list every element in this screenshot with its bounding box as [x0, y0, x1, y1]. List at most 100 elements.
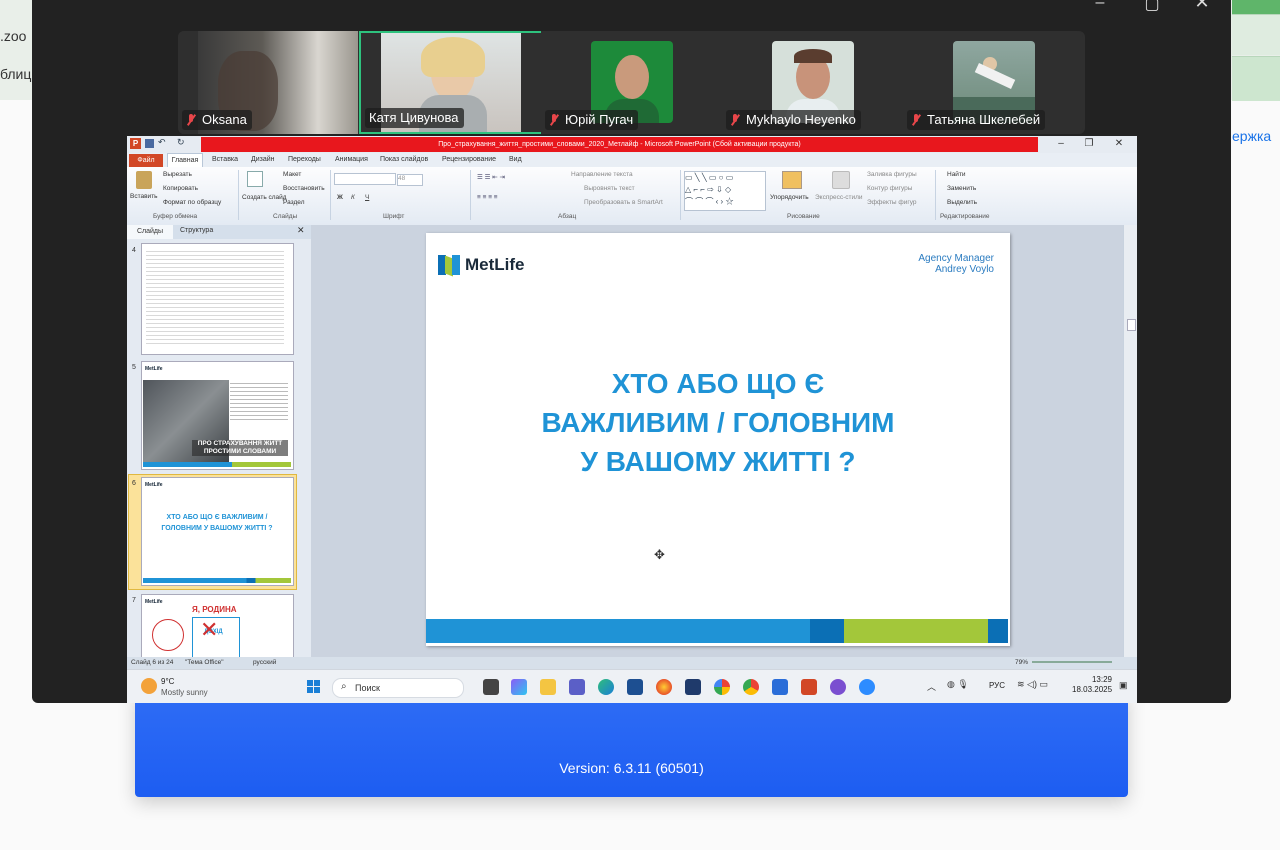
- network-volume-icons[interactable]: ≋ ◁) ▭: [1017, 679, 1048, 690]
- tab-animations[interactable]: Анимация: [335, 153, 368, 167]
- slide-thumbnail-5[interactable]: MetLife ПРО СТРАХУВАННЯ ЖИТТ ПРОСТИМИ СЛ…: [141, 361, 294, 470]
- participant-tile-active[interactable]: Катя Цивунова: [359, 31, 543, 134]
- thumb-caption: ХТО АБО ЩО Є ВАЖЛИВИМ / ГОЛОВНИМ У ВАШОМ…: [161, 514, 273, 532]
- close-icon[interactable]: ✕: [1187, 0, 1217, 13]
- slide-thumbnail-6[interactable]: MetLife ХТО АБО ЩО Є ВАЖЛИВИМ / ГОЛОВНИМ…: [141, 477, 294, 586]
- panel-tabs: Слайды Структура ✕: [127, 225, 311, 239]
- tab-slideshow[interactable]: Показ слайдов: [380, 153, 428, 167]
- weather-icon[interactable]: [141, 678, 157, 694]
- quick-styles-icon[interactable]: [832, 171, 850, 189]
- clock[interactable]: 13:29 18.03.2025: [1072, 675, 1112, 695]
- quick-styles-button[interactable]: Экспресс-стили: [815, 194, 863, 201]
- select-button[interactable]: Выделить: [947, 199, 977, 206]
- tab-view[interactable]: Вид: [509, 153, 522, 167]
- participant-tile[interactable]: Oksana: [178, 31, 358, 134]
- section-button[interactable]: Раздел: [283, 199, 304, 206]
- font-name-combo[interactable]: [334, 173, 396, 185]
- panel-close-icon[interactable]: ✕: [297, 225, 305, 236]
- format-painter-button[interactable]: Формат по образцу: [163, 199, 221, 206]
- participant-tile[interactable]: Татьяна Шкелебей: [903, 31, 1083, 134]
- metlife-logo-mini: MetLife: [145, 599, 163, 605]
- participant-tile[interactable]: Mykhaylo Heyenko: [722, 31, 902, 134]
- shape-fill-button[interactable]: Заливка фигуры: [867, 171, 917, 178]
- cut-button[interactable]: Вырезать: [163, 171, 192, 178]
- powerpoint-taskbar-icon[interactable]: [801, 679, 817, 695]
- text-direction-button[interactable]: Направление текста: [571, 171, 633, 178]
- new-slide-button[interactable]: Создать слайд: [242, 194, 287, 201]
- smartart-button[interactable]: Преобразовать в SmartArt: [584, 199, 663, 206]
- tab-insert[interactable]: Вставка: [212, 153, 238, 167]
- paste-icon[interactable]: [136, 171, 152, 189]
- align-icons[interactable]: ≡ ≡ ≡ ≡: [477, 194, 498, 201]
- footer-bar-end: [988, 619, 1008, 643]
- presentation-app-icon[interactable]: [772, 679, 788, 695]
- keyboard-language[interactable]: РУС: [989, 681, 1005, 690]
- ppt-minimize-icon[interactable]: –: [1047, 137, 1075, 151]
- participant-name: Oksana: [202, 112, 247, 127]
- firefox-icon[interactable]: [656, 679, 672, 695]
- italic-icon[interactable]: К: [351, 194, 355, 201]
- ppt-close-icon[interactable]: ✕: [1105, 137, 1133, 151]
- undo-icon[interactable]: ↶: [158, 137, 166, 148]
- save-icon[interactable]: [145, 139, 154, 148]
- taskbar-search[interactable]: ⌕ Поиск: [332, 678, 464, 698]
- replace-button[interactable]: Заменить: [947, 185, 976, 192]
- notification-icon[interactable]: ▣: [1119, 680, 1128, 691]
- slide-count: Слайд 6 из 24: [131, 659, 174, 666]
- tab-file[interactable]: Файл: [129, 154, 163, 167]
- slide-thumbnail-4[interactable]: [141, 243, 294, 355]
- underline-icon[interactable]: Ч: [365, 194, 369, 201]
- scroll-thumb[interactable]: [1127, 319, 1136, 331]
- layout-button[interactable]: Макет: [283, 171, 301, 178]
- vertical-scrollbar[interactable]: [1123, 225, 1137, 657]
- app-icon[interactable]: [685, 679, 701, 695]
- teams-icon[interactable]: [569, 679, 585, 695]
- thumb-caption: Я, РОДИНА: [192, 605, 237, 614]
- slide-thumbnail-7[interactable]: MetLife Я, РОДИНА ДОХІД ✕: [141, 594, 294, 659]
- zoom-slider[interactable]: [1032, 661, 1112, 663]
- shapes-gallery[interactable]: ▭ ╲ ╲ ▭ ○ ▭ △ ⌐ ⌐ ⇨ ⇩ ◇ ⌒ ⌒ ⌒ ‹ › ☆: [684, 171, 766, 211]
- viber-icon[interactable]: [830, 679, 846, 695]
- tray-chevron-icon[interactable]: ︿: [927, 680, 936, 693]
- maximize-icon[interactable]: ▢: [1137, 0, 1167, 14]
- bullets-icon[interactable]: ☰ ☰ ⇤ ⇥: [477, 173, 505, 181]
- slide-title-line-2: ВАЖЛИВИМ / ГОЛОВНИМ: [541, 407, 895, 438]
- tray-icons[interactable]: ◍ 🎙: [947, 679, 969, 690]
- new-slide-icon[interactable]: [247, 171, 263, 187]
- shape-outline-button[interactable]: Контур фигуры: [867, 185, 912, 192]
- tab-design[interactable]: Дизайн: [251, 153, 275, 167]
- tab-outline[interactable]: Структура: [180, 227, 213, 234]
- minimize-icon[interactable]: –: [1085, 0, 1115, 12]
- zoom-taskbar-icon[interactable]: [859, 679, 875, 695]
- arrange-button[interactable]: Упорядочить: [770, 194, 809, 201]
- reset-button[interactable]: Восстановить: [283, 185, 325, 192]
- tab-slides[interactable]: Слайды: [127, 225, 173, 239]
- arrange-icon[interactable]: [782, 171, 802, 189]
- tab-review[interactable]: Рецензирование: [442, 153, 496, 167]
- tab-transitions[interactable]: Переходы: [288, 153, 321, 167]
- background-url-text: .zoo: [0, 28, 27, 44]
- participant-tile[interactable]: Юрій Пугач: [541, 31, 721, 134]
- paste-button[interactable]: Вставить: [130, 193, 158, 200]
- find-button[interactable]: Найти: [947, 171, 966, 178]
- align-text-button[interactable]: Выровнять текст: [584, 185, 635, 192]
- windows-start-icon[interactable]: [307, 680, 321, 694]
- copilot-icon[interactable]: [511, 679, 527, 695]
- current-slide[interactable]: MetLife Agency Manager Andrey Voylo ХТО …: [426, 233, 1010, 646]
- edge-icon[interactable]: [598, 679, 614, 695]
- copy-button[interactable]: Копировать: [163, 185, 198, 192]
- shape-effects-button[interactable]: Эффекты фигур: [867, 199, 917, 206]
- font-size-combo[interactable]: 48: [397, 174, 423, 186]
- tab-home[interactable]: Главная: [167, 153, 203, 168]
- store-icon[interactable]: [627, 679, 643, 695]
- bold-icon[interactable]: Ж: [337, 194, 343, 201]
- chrome-icon[interactable]: [743, 679, 759, 695]
- ribbon-separator: [935, 170, 936, 220]
- file-explorer-icon[interactable]: [540, 679, 556, 695]
- redo-icon[interactable]: ↻: [177, 137, 185, 148]
- ppt-restore-icon[interactable]: ❐: [1075, 137, 1103, 151]
- task-view-icon[interactable]: [483, 679, 499, 695]
- background-support-link[interactable]: ержка: [1232, 128, 1271, 144]
- google-icon[interactable]: [714, 679, 730, 695]
- slides-group-label: Слайды: [273, 213, 298, 220]
